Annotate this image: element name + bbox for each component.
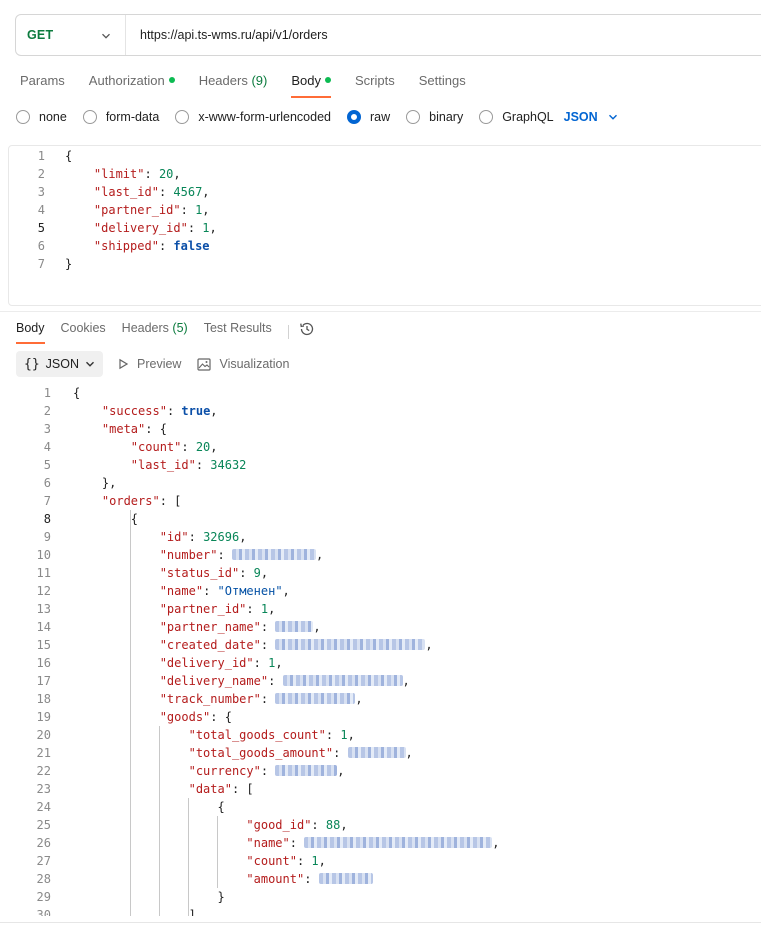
radio-binary[interactable]: binary: [406, 110, 463, 124]
code-line: 6 },: [43, 476, 117, 490]
request-tabs: Params Authorization Headers (9) Body Sc…: [20, 72, 490, 98]
status-dot: [168, 77, 175, 83]
code-line: 22 "currency": ,: [36, 764, 345, 778]
radio-graphql[interactable]: GraphQL: [479, 110, 554, 124]
response-toolbar: {} JSON Preview Visualization: [16, 351, 305, 377]
code-line: 29 }: [36, 890, 225, 904]
body-type-options: none form-data x-www-form-urlencoded raw…: [16, 108, 618, 126]
tab-settings[interactable]: Settings: [419, 72, 466, 98]
preview-button[interactable]: Preview: [117, 357, 181, 371]
language-dropdown[interactable]: JSON: [564, 110, 618, 124]
radio-button-selected[interactable]: [347, 110, 361, 124]
tab-test-results[interactable]: Test Results: [204, 320, 272, 344]
code-line: 7 "orders": [: [43, 494, 182, 508]
visualization-button[interactable]: Visualization: [197, 357, 289, 371]
code-line: 17 "delivery_name": ,: [36, 674, 410, 688]
code-line: 18 "track_number": ,: [36, 692, 363, 706]
code-line: 15 "created_date": ,: [36, 638, 433, 652]
code-line: 16 "delivery_id": 1,: [36, 656, 283, 670]
radio-form-data[interactable]: form-data: [82, 110, 159, 124]
code-line: 30 ]: [36, 908, 196, 916]
code-line: 9 "id": 32696,: [43, 530, 247, 544]
radio-button[interactable]: [406, 110, 421, 124]
status-bar: [0, 922, 761, 934]
radio-raw[interactable]: raw: [347, 110, 390, 124]
code-line: 2 "limit": 20,: [37, 167, 181, 181]
url-input[interactable]: https://api.ts-wms.ru/api/v1/orders: [126, 28, 328, 42]
image-icon: [197, 357, 212, 371]
redacted-value: [231, 549, 316, 560]
radio-x-www-form-urlencoded[interactable]: x-www-form-urlencoded: [175, 110, 331, 124]
redacted-value: [304, 837, 493, 848]
code-line: 8 {: [43, 512, 139, 526]
code-line: 27 "count": 1,: [36, 854, 326, 868]
redacted-value: [275, 693, 356, 704]
url-bar: GET https://api.ts-wms.ru/api/v1/orders: [15, 14, 761, 56]
format-dropdown[interactable]: {} JSON: [16, 351, 103, 377]
chevron-down-icon: [608, 114, 617, 120]
response-body-viewer[interactable]: 1{ 2 "success": true, 3 "meta": { 4 "cou…: [15, 384, 761, 916]
chevron-down-icon: [102, 33, 110, 39]
radio-button[interactable]: [479, 110, 494, 124]
code-line: 10 "number": ,: [36, 548, 324, 562]
code-line: 1{: [43, 386, 81, 400]
code-line: 3 "last_id": 4567,: [37, 185, 210, 199]
tab-headers[interactable]: Headers (9): [199, 72, 268, 98]
divider: [287, 325, 289, 339]
tab-body[interactable]: Body: [291, 72, 331, 98]
response-tabs: Body Cookies Headers (5) Test Results: [16, 320, 315, 344]
history-icon[interactable]: [299, 321, 315, 337]
radio-button[interactable]: [82, 110, 97, 124]
redacted-value: [318, 873, 373, 884]
code-line: 1{: [37, 149, 73, 163]
code-line: 6 "shipped": false: [37, 239, 210, 253]
radio-button[interactable]: [175, 110, 190, 124]
code-line: 7}: [37, 257, 73, 271]
braces-icon: {}: [24, 356, 40, 372]
tab-count: (9): [251, 73, 268, 88]
code-line: 12 "name": "Отменен",: [36, 584, 290, 598]
code-line: 28 "amount":: [15, 870, 761, 888]
tab-params[interactable]: Params: [20, 72, 65, 98]
section-divider: [0, 311, 761, 312]
request-body-editor[interactable]: 1{ 2 "limit": 20, 3 "last_id": 4567, 4 "…: [8, 145, 761, 306]
redacted-value: [347, 747, 406, 758]
code-line: 23 "data": [: [36, 782, 254, 796]
code-line: 14 "partner_name": ,: [36, 620, 321, 634]
code-line: 26 "name": ,: [36, 836, 500, 850]
code-line: 20 "total_goods_count": 1,: [36, 728, 355, 742]
code-line: 13 "partner_id": 1,: [36, 602, 276, 616]
redacted-value: [282, 675, 403, 686]
code-line: 19 "goods": {: [36, 710, 232, 724]
tab-response-headers[interactable]: Headers (5): [122, 320, 188, 344]
code-line: 2 "success": true,: [43, 404, 218, 418]
redacted-value: [275, 621, 314, 632]
radio-button[interactable]: [16, 110, 30, 124]
code-line: 4 "partner_id": 1,: [37, 203, 210, 217]
chevron-down-icon: [86, 361, 94, 367]
play-icon: [119, 358, 129, 370]
code-line: 24 {: [36, 800, 225, 814]
method-label: GET: [27, 28, 54, 42]
redacted-value: [275, 765, 338, 776]
tab-cookies[interactable]: Cookies: [61, 320, 106, 344]
code-line: 25 "good_id": 88,: [36, 818, 348, 832]
status-dot: [324, 77, 331, 83]
code-line: 4 "count": 20,: [43, 440, 218, 454]
code-line: 11 "status_id": 9,: [36, 566, 269, 580]
tab-authorization[interactable]: Authorization: [89, 72, 175, 98]
radio-none[interactable]: none: [16, 110, 67, 124]
tab-response-body[interactable]: Body: [16, 320, 45, 344]
redacted-value: [275, 639, 426, 650]
method-selector[interactable]: GET: [16, 15, 126, 55]
tab-scripts[interactable]: Scripts: [355, 72, 395, 98]
code-line: 5 "last_id": 34632: [43, 458, 247, 472]
code-line: 5 "delivery_id": 1,: [37, 221, 217, 235]
code-line: 3 "meta": {: [43, 422, 167, 436]
code-line: 21 "total_goods_amount": ,: [36, 746, 413, 760]
